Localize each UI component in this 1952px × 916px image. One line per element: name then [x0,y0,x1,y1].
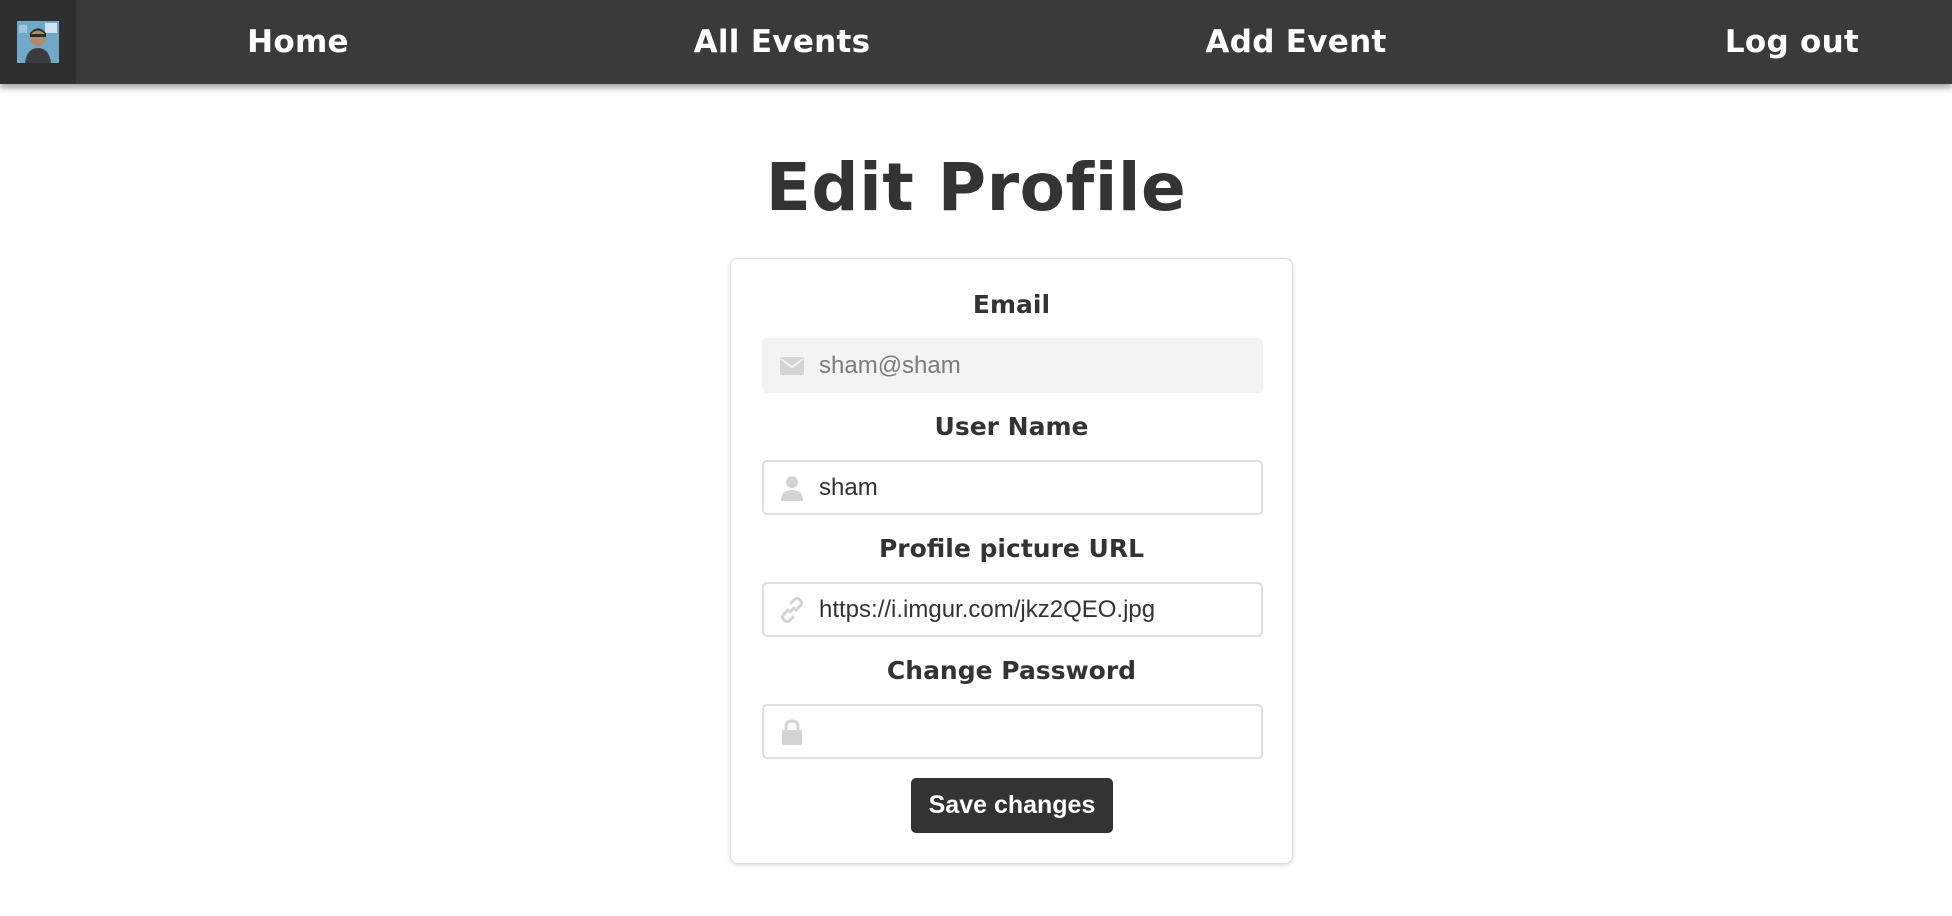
avatar[interactable] [17,21,59,63]
link-icon [764,584,819,635]
envelope-icon [764,340,819,391]
top-navbar: Home All Events Add Event Log out [0,0,1952,84]
email-label: Email [972,290,1051,319]
nav-add-event-link[interactable]: Add Event [1196,0,1396,84]
password-field[interactable] [762,704,1263,759]
edit-profile-form: Email User Name Profile picture URL [730,258,1293,864]
password-label: Change Password [886,656,1137,685]
nav-all-events-link[interactable]: All Events [682,0,882,84]
email-input [819,345,1239,386]
picture-url-input[interactable] [819,589,1239,630]
picture-url-label: Profile picture URL [878,534,1145,563]
username-input[interactable] [819,467,1239,508]
email-field [762,338,1263,393]
user-icon [764,462,819,513]
page-title: Edit Profile [765,149,1187,226]
nav-home-link[interactable]: Home [230,0,366,84]
save-changes-button[interactable]: Save changes [911,778,1113,833]
picture-url-field[interactable] [762,582,1263,637]
password-input[interactable] [819,711,1239,752]
username-label: User Name [934,412,1089,441]
nav-logout-link[interactable]: Log out [1710,0,1874,84]
avatar-container[interactable] [0,0,76,84]
username-field[interactable] [762,460,1263,515]
lock-icon [764,706,819,757]
